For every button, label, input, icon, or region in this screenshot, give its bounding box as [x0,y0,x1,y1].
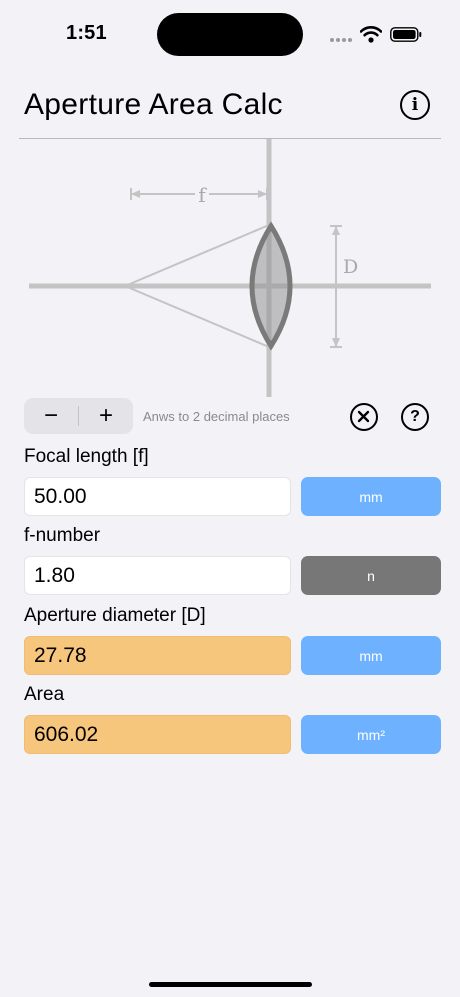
upper-ray-line [124,224,270,287]
area-unit-button[interactable]: mm² [301,715,441,754]
aperture-diameter-label: Aperture diameter [D] [24,605,206,626]
diameter-label: D [343,256,358,278]
wifi-icon [360,26,382,43]
navigation-bar: Aperture Area Calc i [0,70,460,138]
clear-circle-icon[interactable] [350,403,378,431]
increase-decimals-button[interactable]: + [79,398,133,434]
f-number-unit-button[interactable]: n [301,556,441,595]
area-result[interactable]: 606.02 [24,715,291,754]
decimal-stepper: − + [24,398,133,434]
focal-length-label: Focal length [f] [24,446,149,467]
lower-ray-line [124,285,270,348]
status-bar: 1:51 [0,0,460,70]
decrease-decimals-button[interactable]: − [24,398,78,434]
focal-length-input[interactable]: 50.00 [24,477,291,516]
page-title: Aperture Area Calc [24,88,283,121]
f-number-input[interactable]: 1.80 [24,556,291,595]
f-number-label: f-number [24,525,101,546]
dynamic-island [157,13,303,56]
status-time: 1:51 [66,22,107,44]
home-indicator [149,982,312,987]
aperture-diameter-result[interactable]: 27.78 [24,636,291,675]
aperture-diameter-unit-button[interactable]: mm [301,636,441,675]
decimal-places-note: Anws to 2 decimal places [143,409,290,424]
help-button[interactable]: ? [401,403,429,431]
lens-diagram: f D [29,139,431,397]
info-icon[interactable]: i [400,90,430,120]
battery-icon [390,27,422,42]
cellular-signal-icon [330,38,352,42]
focal-length-unit-button[interactable]: mm [301,477,441,516]
area-label: Area [24,684,65,705]
lens-shape [249,221,293,351]
